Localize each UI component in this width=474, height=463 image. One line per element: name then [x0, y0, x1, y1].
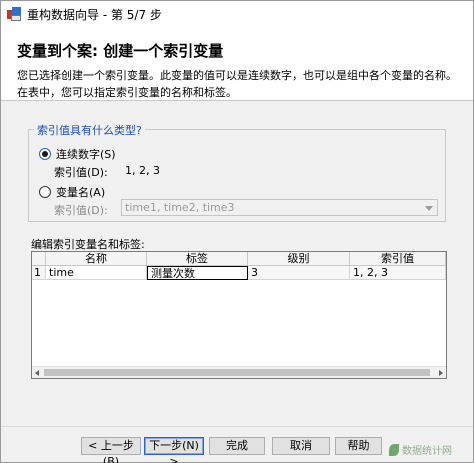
grid-label: 编辑索引变量名和标签: — [31, 238, 145, 251]
next-button[interactable]: 下一步(N) > — [144, 437, 204, 463]
spss-app-icon — [7, 7, 21, 21]
grid-cell-name[interactable]: time — [46, 266, 147, 280]
sequential-index-values: 1, 2, 3 — [125, 164, 160, 177]
grid-cell-level: 3 — [248, 266, 350, 280]
varnames-index-values-dropdown[interactable]: time1, time2, time3 — [121, 199, 438, 216]
wizard-window: 重构数据向导 - 第 5/7 步 变量到个案: 创建一个索引变量 您已选择创建一… — [0, 0, 474, 463]
index-variable-grid[interactable]: 名称 标签 级别 索引值 1 time 测量次数 3 1, 2, 3 — [31, 251, 447, 379]
radio-varnames-indicator[interactable] — [39, 186, 51, 198]
grid-col-level: 级别 — [248, 252, 350, 266]
sequential-index-values-label: 索引值(D): — [54, 166, 108, 179]
grid-col-name: 名称 — [46, 252, 147, 266]
grid-col-label: 标签 — [147, 252, 248, 266]
back-button[interactable]: < 上一步(B) — [81, 437, 141, 463]
step-header: 变量到个案: 创建一个索引变量 您已选择创建一个索引变量。此变量的值可以是连续数… — [1, 27, 473, 101]
grid-row-number: 1 — [32, 266, 46, 280]
radio-sequential-indicator[interactable] — [39, 148, 51, 160]
grid-col-index-values: 索引值 — [350, 252, 446, 266]
scroll-left-icon[interactable] — [35, 370, 39, 376]
step-description-line2: 在表中，您可以指定索引变量的名称和标签。 — [17, 86, 237, 99]
grid-cell-label[interactable]: 测量次数 — [147, 266, 248, 280]
radio-variable-names[interactable]: 变量名(A) — [39, 184, 105, 200]
table-row: 1 time 测量次数 3 1, 2, 3 — [32, 266, 446, 280]
grid-corner — [32, 252, 46, 266]
dropdown-selected-value: time1, time2, time3 — [125, 201, 235, 214]
step-heading: 变量到个案: 创建一个索引变量 — [17, 42, 224, 60]
cancel-button[interactable]: 取消 — [272, 437, 330, 455]
grid-horizontal-scrollbar[interactable] — [32, 366, 446, 378]
index-type-group-legend: 索引值具有什么类型? — [34, 122, 145, 138]
scrollbar-thumb[interactable] — [44, 369, 430, 376]
window-title: 重构数据向导 - 第 5/7 步 — [27, 7, 162, 22]
grid-header-row: 名称 标签 级别 索引值 — [32, 252, 446, 266]
chevron-down-icon[interactable] — [425, 206, 433, 211]
watermark-text: 数据统计网 — [402, 446, 452, 457]
leaf-icon — [389, 443, 399, 456]
footer-separator — [1, 426, 473, 427]
scroll-right-icon[interactable] — [439, 370, 443, 376]
varnames-index-values-label: 索引值(D): — [54, 204, 108, 217]
watermark: 数据统计网 — [389, 442, 452, 457]
finish-button[interactable]: 完成 — [209, 437, 265, 455]
radio-sequential-label[interactable]: 连续数字(S) — [56, 146, 116, 162]
title-bar: 重构数据向导 - 第 5/7 步 — [1, 1, 473, 27]
step-description-line1: 您已选择创建一个索引变量。此变量的值可以是连续数字，也可以是组中各个变量的名称。 — [17, 69, 457, 82]
radio-sequential-numbers[interactable]: 连续数字(S) — [39, 146, 116, 162]
grid-cell-index-values: 1, 2, 3 — [350, 266, 446, 280]
radio-varnames-label[interactable]: 变量名(A) — [56, 184, 105, 200]
help-button[interactable]: 帮助 — [335, 437, 382, 455]
